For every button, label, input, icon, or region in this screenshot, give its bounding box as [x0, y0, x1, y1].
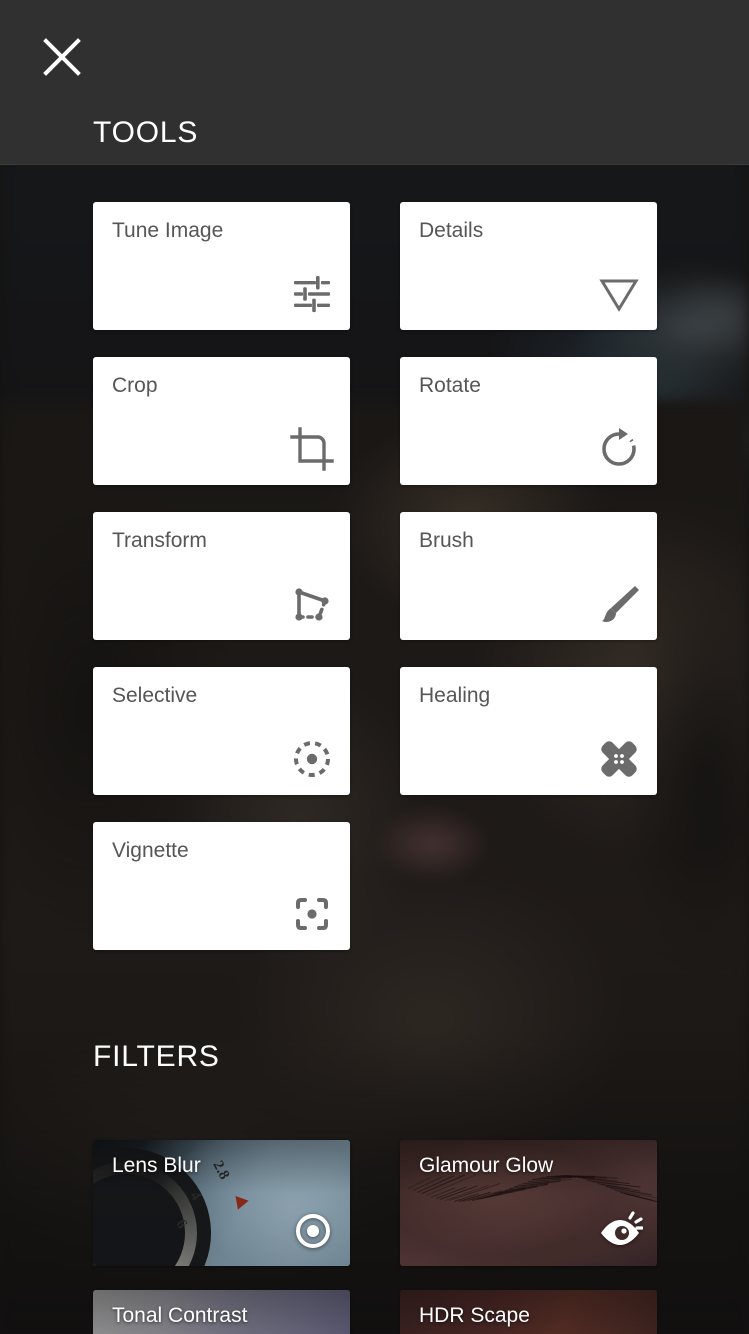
- tool-label: Brush: [419, 529, 474, 552]
- paintbrush-icon: [595, 580, 643, 628]
- aperture-dot-icon: [290, 1208, 336, 1254]
- tool-label: Tune Image: [112, 219, 224, 242]
- panel-content[interactable]: Tune Image Details Crop Rotate Transform…: [0, 165, 749, 1334]
- filter-card-glamour-glow[interactable]: Glamour Glow: [400, 1140, 657, 1266]
- healing-bandage-icon: [595, 735, 643, 783]
- tools-grid: Tune Image Details Crop Rotate Transform…: [93, 202, 657, 950]
- tool-card-transform[interactable]: Transform: [93, 512, 350, 640]
- tool-label: Transform: [112, 529, 207, 552]
- vignette-focus-icon: [288, 890, 336, 938]
- filter-card-tonal-contrast[interactable]: Tonal Contrast: [93, 1290, 350, 1334]
- filter-card-hdr-scape[interactable]: HDR Scape: [400, 1290, 657, 1334]
- filter-label: HDR Scape: [419, 1304, 530, 1327]
- panel-header: TOOLS: [0, 0, 749, 165]
- close-button[interactable]: [33, 28, 91, 86]
- eye-glow-icon: [597, 1208, 643, 1254]
- selective-target-icon: [288, 735, 336, 783]
- tool-card-tune-image[interactable]: Tune Image: [93, 202, 350, 330]
- snapseed-tools-screen: TOOLS Tune Image Details Crop Rotate Tra…: [0, 0, 749, 1334]
- filter-label: Lens Blur: [112, 1154, 201, 1177]
- tool-label: Rotate: [419, 374, 481, 397]
- crop-icon: [288, 425, 336, 473]
- filter-label: Glamour Glow: [419, 1154, 554, 1177]
- tool-label: Details: [419, 219, 484, 242]
- tool-label: Selective: [112, 684, 198, 707]
- transform-perspective-icon: [288, 580, 336, 628]
- triangle-down-icon: [595, 270, 643, 318]
- filter-card-lens-blur[interactable]: 2.8 4 6 Lens Blur: [93, 1140, 350, 1266]
- filter-label: Tonal Contrast: [112, 1304, 248, 1327]
- rotate-clockwise-icon: [595, 425, 643, 473]
- tool-card-details[interactable]: Details: [400, 202, 657, 330]
- tool-card-vignette[interactable]: Vignette: [93, 822, 350, 950]
- sliders-icon: [288, 270, 336, 318]
- tool-card-selective[interactable]: Selective: [93, 667, 350, 795]
- tool-card-brush[interactable]: Brush: [400, 512, 657, 640]
- tool-card-crop[interactable]: Crop: [93, 357, 350, 485]
- tool-card-healing[interactable]: Healing: [400, 667, 657, 795]
- filters-grid: 2.8 4 6 Lens Blur: [93, 1140, 657, 1334]
- close-icon: [43, 38, 81, 76]
- tool-label: Healing: [419, 684, 491, 707]
- filters-section-title: FILTERS: [93, 1040, 220, 1073]
- tools-section-title: TOOLS: [93, 116, 199, 149]
- tool-card-rotate[interactable]: Rotate: [400, 357, 657, 485]
- tool-label: Crop: [112, 374, 158, 397]
- tool-label: Vignette: [112, 839, 189, 862]
